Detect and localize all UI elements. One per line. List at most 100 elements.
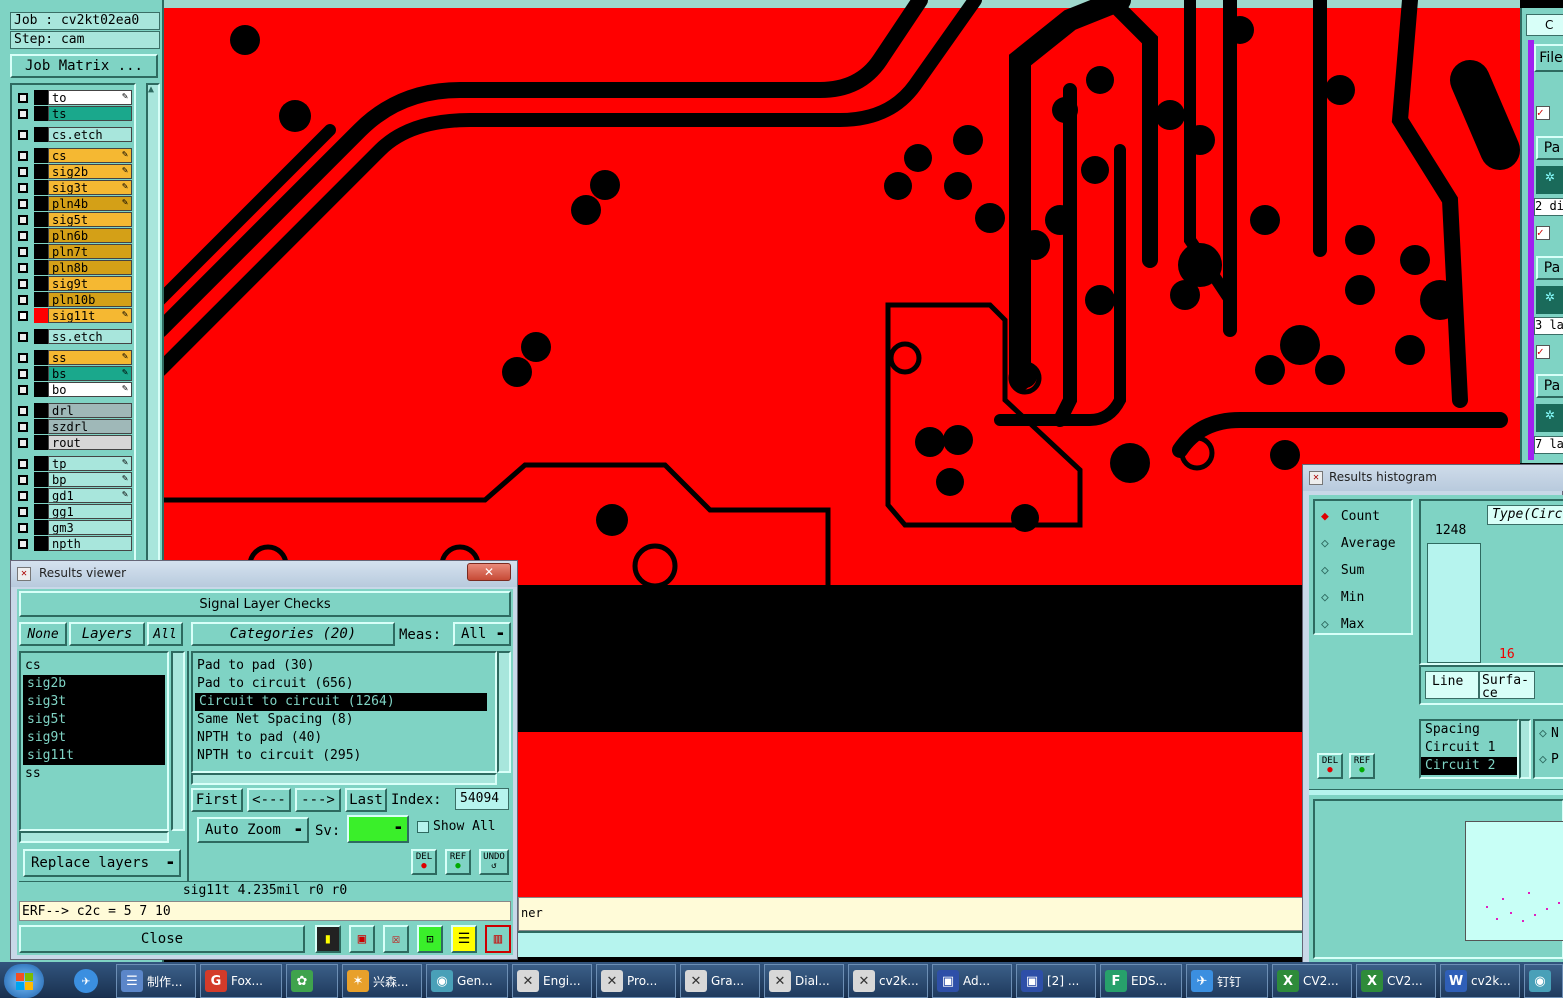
layer-row[interactable]: bp ✎: [16, 472, 132, 487]
meas-select[interactable]: All ▬: [453, 622, 511, 646]
layer-checkbox[interactable]: [18, 385, 28, 395]
layer-row[interactable]: npth: [16, 536, 132, 551]
layer-checkbox[interactable]: [18, 183, 28, 193]
layer-checkbox[interactable]: [18, 491, 28, 501]
layer-row[interactable]: pln10b: [16, 292, 132, 307]
layer-checkbox[interactable]: [18, 130, 28, 140]
taskbar-item[interactable]: ◉ Gen...: [426, 964, 508, 998]
layer-checkbox[interactable]: [18, 459, 28, 469]
show-all-checkbox[interactable]: [417, 821, 429, 833]
no-display-icon[interactable]: ☒: [383, 925, 409, 953]
layer-color-swatch[interactable]: [34, 435, 48, 450]
taskbar-item[interactable]: ▣ [2] ...: [1016, 964, 1096, 998]
layer-row[interactable]: gd1 ✎: [16, 488, 132, 503]
stat-radio[interactable]: ◇ Min: [1315, 584, 1411, 611]
del-button[interactable]: DEL ●: [411, 849, 437, 875]
job-matrix-button[interactable]: Job Matrix ...: [10, 54, 158, 78]
layer-checkbox[interactable]: [18, 151, 28, 161]
taskbar-item[interactable]: X CV2...: [1272, 964, 1352, 998]
radio-p[interactable]: ◇ P: [1535, 747, 1563, 773]
category-vscroll[interactable]: [497, 651, 511, 773]
check-icon[interactable]: ✓: [1536, 226, 1550, 240]
layer-color-swatch[interactable]: [34, 148, 48, 163]
taskbar-item[interactable]: ✕ Gra...: [680, 964, 760, 998]
taskbar-item[interactable]: F EDS...: [1100, 964, 1182, 998]
layers-button[interactable]: Layers: [69, 622, 145, 646]
run-icon[interactable]: ✲: [1536, 404, 1563, 432]
taskbar-item[interactable]: ✈ 钉钉: [1186, 964, 1268, 998]
layer-color-swatch[interactable]: [34, 260, 48, 275]
taskbar-item[interactable]: X CV2...: [1356, 964, 1436, 998]
pa-button-2[interactable]: Pa: [1536, 256, 1563, 280]
layer-checkbox[interactable]: [18, 475, 28, 485]
step-icon[interactable]: ⊡: [417, 925, 443, 953]
layer-color-swatch[interactable]: [34, 308, 48, 323]
layer-row[interactable]: ss ✎: [16, 350, 132, 365]
layer-checkbox[interactable]: [18, 231, 28, 241]
layer-checkbox[interactable]: [18, 422, 28, 432]
hist-del-button[interactable]: DEL ●: [1317, 753, 1343, 779]
layer-checkbox[interactable]: [18, 247, 28, 257]
surface-button[interactable]: Surfa-ce: [1479, 671, 1535, 700]
stat-radio[interactable]: ◇ Average: [1315, 530, 1411, 557]
category-item[interactable]: Pad to pad (30): [193, 657, 495, 675]
layer-checkbox[interactable]: [18, 311, 28, 321]
replace-layers-select[interactable]: Replace layers ▬: [23, 849, 181, 877]
close-button[interactable]: Close: [19, 925, 305, 953]
layer-row[interactable]: ts: [16, 106, 132, 121]
taskbar-item[interactable]: ▣ Ad...: [932, 964, 1012, 998]
layer-checkbox[interactable]: [18, 109, 28, 119]
layer-result-item[interactable]: sig5t: [23, 711, 165, 729]
layer-color-swatch[interactable]: [34, 403, 48, 418]
auto-zoom-select[interactable]: Auto Zoom ▬: [197, 817, 309, 843]
layer-color-swatch[interactable]: [34, 488, 48, 503]
layer-row[interactable]: bs ✎: [16, 366, 132, 381]
layer-row[interactable]: pln7t: [16, 244, 132, 259]
taskbar-item[interactable]: Wcv2k...: [1440, 964, 1520, 998]
layer-color-swatch[interactable]: [34, 366, 48, 381]
screen-icon[interactable]: ▣: [349, 925, 375, 953]
file-menu[interactable]: File: [1534, 44, 1563, 72]
none-button[interactable]: None: [19, 622, 67, 646]
layer-checkbox[interactable]: [18, 167, 28, 177]
layer-row[interactable]: pln6b: [16, 228, 132, 243]
layer-checkbox[interactable]: [18, 215, 28, 225]
layer-color-swatch[interactable]: [34, 292, 48, 307]
layer-checkbox[interactable]: [18, 353, 28, 363]
taskbar-item[interactable]: ✕ Dial...: [764, 964, 844, 998]
category-list[interactable]: Pad to pad (30) Pad to circuit (656) Circu…: [191, 651, 497, 773]
layer-row[interactable]: pln4b ✎: [16, 196, 132, 211]
layer-checkbox[interactable]: [18, 507, 28, 517]
layer-checkbox[interactable]: [18, 539, 28, 549]
layer-result-item[interactable]: sig9t: [23, 729, 165, 747]
spacing-item[interactable]: Circuit 1: [1421, 739, 1517, 757]
category-item[interactable]: Circuit to circuit (1264): [195, 693, 487, 711]
layer-checkbox[interactable]: [18, 438, 28, 448]
layer-results-list[interactable]: cs sig2b sig3t sig5t sig9t sig11t ss: [19, 651, 169, 831]
taskbar-item[interactable]: ✕ Pro...: [596, 964, 676, 998]
layer-row[interactable]: cs ✎: [16, 148, 132, 163]
layer-checkbox[interactable]: [18, 523, 28, 533]
histogram-icon[interactable]: ▥: [485, 925, 511, 953]
check-icon[interactable]: ✓: [1536, 345, 1550, 359]
layer-checkbox[interactable]: [18, 199, 28, 209]
category-hscroll[interactable]: [191, 773, 497, 785]
stat-radio[interactable]: ◇ Sum: [1315, 557, 1411, 584]
layer-checkbox[interactable]: [18, 279, 28, 289]
stat-radio[interactable]: ◆ Count: [1315, 503, 1411, 530]
layer-results-hscroll[interactable]: [19, 831, 169, 843]
taskbar-item[interactable]: ✕ cv2k...: [848, 964, 928, 998]
layer-row[interactable]: cs.etch: [16, 127, 132, 142]
category-item[interactable]: Same Net Spacing (8): [193, 711, 495, 729]
layer-color-swatch[interactable]: [34, 276, 48, 291]
taskbar-item[interactable]: G Fox...: [200, 964, 282, 998]
layer-row[interactable]: ss.etch: [16, 329, 132, 344]
layer-color-swatch[interactable]: [34, 472, 48, 487]
category-item[interactable]: NPTH to circuit (295): [193, 747, 495, 765]
scroll-up-icon[interactable]: ▲: [148, 84, 154, 95]
first-button[interactable]: First: [191, 788, 243, 812]
spacing-item[interactable]: Circuit 2: [1421, 757, 1517, 775]
layer-row[interactable]: sig11t ✎: [16, 308, 132, 323]
layer-row[interactable]: tp ✎: [16, 456, 132, 471]
run-icon[interactable]: ✲: [1536, 286, 1563, 314]
